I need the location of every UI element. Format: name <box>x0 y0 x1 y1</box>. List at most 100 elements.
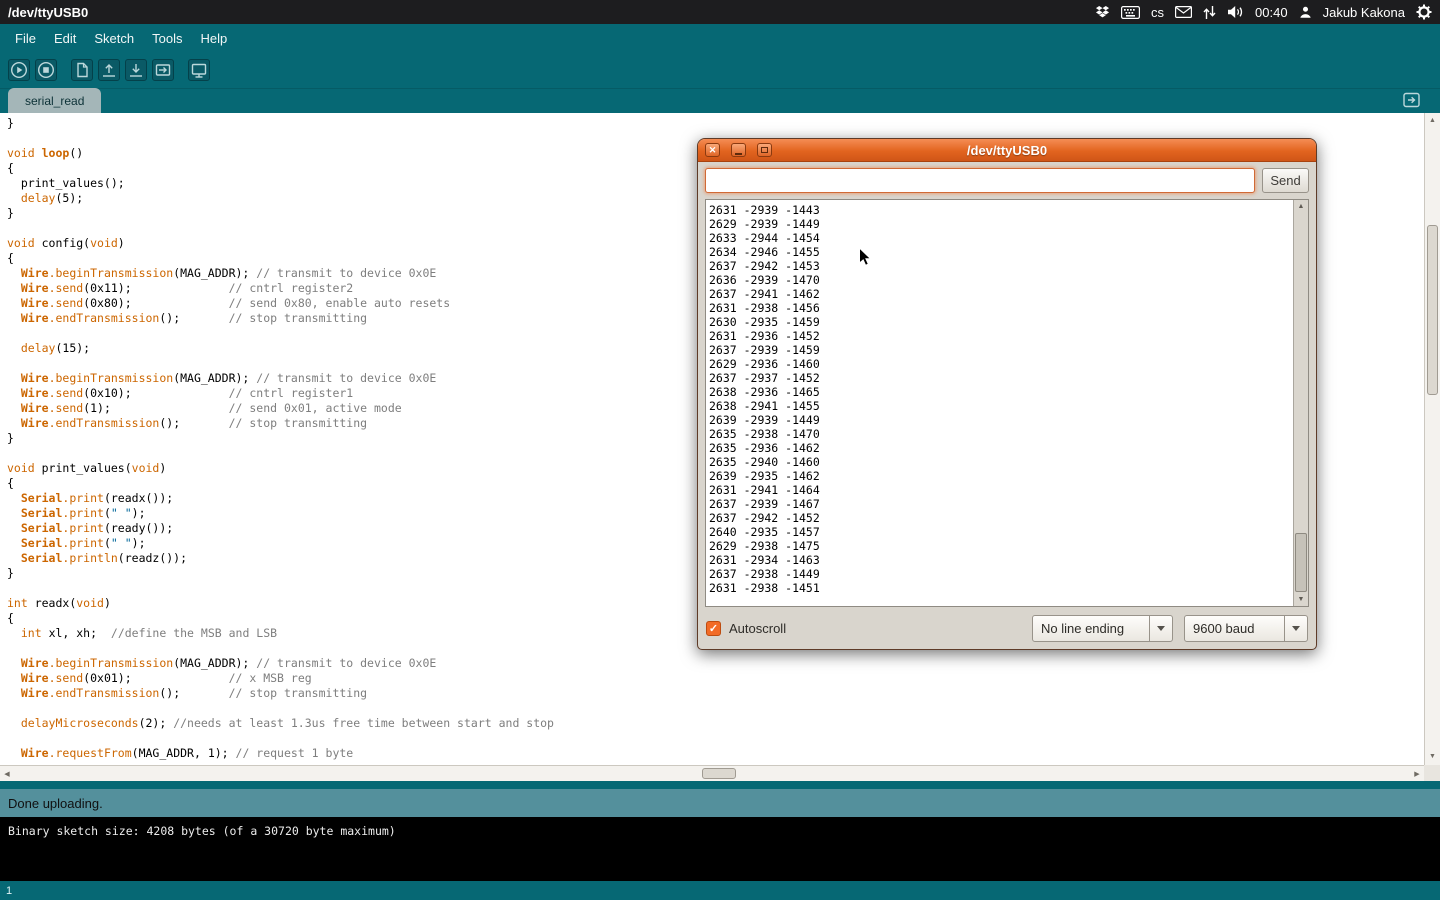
serial-output-line: 2629 -2936 -1460 <box>709 357 1291 371</box>
serial-scrollbar[interactable]: ▲ ▼ <box>1293 200 1308 606</box>
code-line <box>7 326 554 341</box>
right-arrow-box-icon <box>154 61 172 79</box>
tab-menu-button[interactable] <box>1402 93 1422 110</box>
horizontal-scroll-thumb[interactable] <box>702 768 736 779</box>
user-icon[interactable] <box>1299 5 1312 19</box>
serial-input[interactable] <box>705 168 1255 193</box>
down-arrow-icon <box>127 61 145 79</box>
serial-input-row: Send <box>705 168 1309 193</box>
chevron-down-icon[interactable] <box>1284 616 1307 641</box>
window-controls: ✕ <box>705 143 772 157</box>
status-message: Done uploading. <box>8 796 103 811</box>
code-line: Wire.send(0x01); // x MSB reg <box>7 671 554 686</box>
volume-icon[interactable] <box>1227 5 1244 19</box>
menu-item-sketch[interactable]: Sketch <box>85 26 143 51</box>
maximize-button[interactable] <box>757 143 772 157</box>
baud-rate-dropdown[interactable]: 9600 baud <box>1184 615 1308 642</box>
serial-monitor-titlebar[interactable]: /dev/ttyUSB0 ✕ <box>698 139 1316 162</box>
line-indicator-bar: 1 <box>0 881 1440 900</box>
tab-menu-arrow-icon <box>1403 92 1421 111</box>
scroll-left-icon[interactable]: ◀ <box>0 766 14 781</box>
open-sketch-button[interactable] <box>98 59 120 81</box>
code-line <box>7 446 554 461</box>
serial-output-line: 2637 -2938 -1449 <box>709 567 1291 581</box>
code-line: void print_values(void) <box>7 461 554 476</box>
code-line: Wire.endTransmission(); // stop transmit… <box>7 311 554 326</box>
stop-button[interactable] <box>35 59 57 81</box>
serial-output-line: 2637 -2939 -1459 <box>709 343 1291 357</box>
code-line <box>7 221 554 236</box>
serial-output-line: 2631 -2936 -1452 <box>709 329 1291 343</box>
play-circle-icon <box>10 61 28 79</box>
dropbox-icon[interactable] <box>1095 5 1110 20</box>
code-line: Wire.send(0x10); // cntrl register1 <box>7 386 554 401</box>
send-button[interactable]: Send <box>1262 168 1309 193</box>
code-line: Serial.print(" "); <box>7 506 554 521</box>
code-line: Serial.println(readz()); <box>7 551 554 566</box>
user-name[interactable]: Jakub Kakona <box>1323 5 1405 20</box>
code-line: { <box>7 251 554 266</box>
minimize-button[interactable] <box>731 143 746 157</box>
code-line: Wire.send(0x80); // send 0x80, enable au… <box>7 296 554 311</box>
scroll-right-icon[interactable]: ▶ <box>1410 766 1424 781</box>
serial-scroll-thumb[interactable] <box>1295 533 1307 592</box>
code-line <box>7 701 554 716</box>
serial-output-line: 2637 -2941 -1462 <box>709 287 1291 301</box>
new-sketch-button[interactable] <box>71 59 93 81</box>
keyboard-layout-label[interactable]: cs <box>1151 5 1164 20</box>
menu-item-tools[interactable]: Tools <box>143 26 191 51</box>
vertical-scroll-thumb[interactable] <box>1427 225 1438 395</box>
save-sketch-button[interactable] <box>125 59 147 81</box>
code-line: void loop() <box>7 146 554 161</box>
menu-item-edit[interactable]: Edit <box>45 26 85 51</box>
console-output: Binary sketch size: 4208 bytes (of a 307… <box>0 817 1440 881</box>
serial-output-line: 2631 -2938 -1456 <box>709 301 1291 315</box>
serial-output-line: 2639 -2939 -1449 <box>709 413 1291 427</box>
editor-horizontal-scrollbar[interactable]: ◀ ▶ <box>0 765 1424 781</box>
editor-vertical-scrollbar[interactable]: ▲ ▼ <box>1424 113 1440 765</box>
scroll-down-icon[interactable]: ▼ <box>1425 753 1440 761</box>
serial-monitor-icon <box>190 61 208 79</box>
code-area: } void loop(){ print_values(); delay(5);… <box>7 116 554 761</box>
serial-output-line: 2639 -2935 -1462 <box>709 469 1291 483</box>
close-button[interactable]: ✕ <box>705 143 720 157</box>
serial-output[interactable]: 2631 -2939 -14432629 -2939 -14492633 -29… <box>705 199 1309 607</box>
code-line: int readx(void) <box>7 596 554 611</box>
code-line: Wire.beginTransmission(MAG_ADDR); // tra… <box>7 371 554 386</box>
code-line <box>7 731 554 746</box>
upload-button[interactable] <box>152 59 174 81</box>
scrollbar-corner <box>1424 765 1440 781</box>
serial-output-lines: 2631 -2939 -14432629 -2939 -14492633 -29… <box>706 200 1293 606</box>
code-line: print_values(); <box>7 176 554 191</box>
menu-item-help[interactable]: Help <box>191 26 236 51</box>
system-tray: cs 00:40 Jakub Kakona <box>1095 4 1432 20</box>
scroll-down-icon[interactable]: ▼ <box>1294 593 1308 606</box>
serial-output-line: 2637 -2942 -1453 <box>709 259 1291 273</box>
autoscroll-label: Autoscroll <box>729 621 786 636</box>
serial-monitor-button[interactable] <box>188 59 210 81</box>
keyboard-layout-icon[interactable] <box>1121 6 1140 19</box>
menu-item-file[interactable]: File <box>6 26 45 51</box>
mail-icon[interactable] <box>1175 6 1192 18</box>
serial-output-line: 2638 -2936 -1465 <box>709 385 1291 399</box>
check-icon: ✓ <box>709 622 718 635</box>
sync-arrows-icon[interactable] <box>1203 5 1216 20</box>
autoscroll-checkbox[interactable]: ✓ <box>706 621 721 636</box>
line-ending-dropdown[interactable]: No line ending <box>1032 615 1173 642</box>
code-line: } <box>7 431 554 446</box>
serial-output-line: 2637 -2939 -1467 <box>709 497 1291 511</box>
chevron-down-icon[interactable] <box>1149 616 1172 641</box>
code-line: Wire.send(0x11); // cntrl register2 <box>7 281 554 296</box>
serial-output-line: 2638 -2941 -1455 <box>709 399 1291 413</box>
scroll-up-icon[interactable]: ▲ <box>1294 200 1308 213</box>
clock[interactable]: 00:40 <box>1255 5 1288 20</box>
code-line <box>7 581 554 596</box>
serial-monitor-window: /dev/ttyUSB0 ✕ Send 2631 -2939 -14432629… <box>697 138 1317 650</box>
verify-button[interactable] <box>8 59 30 81</box>
code-line: Serial.print(ready()); <box>7 521 554 536</box>
serial-output-line: 2629 -2938 -1475 <box>709 539 1291 553</box>
tab-serial-read[interactable]: serial_read <box>8 88 101 113</box>
code-line: int xl, xh; //define the MSB and LSB <box>7 626 554 641</box>
scroll-up-icon[interactable]: ▲ <box>1425 117 1440 125</box>
session-gear-icon[interactable] <box>1416 4 1432 20</box>
